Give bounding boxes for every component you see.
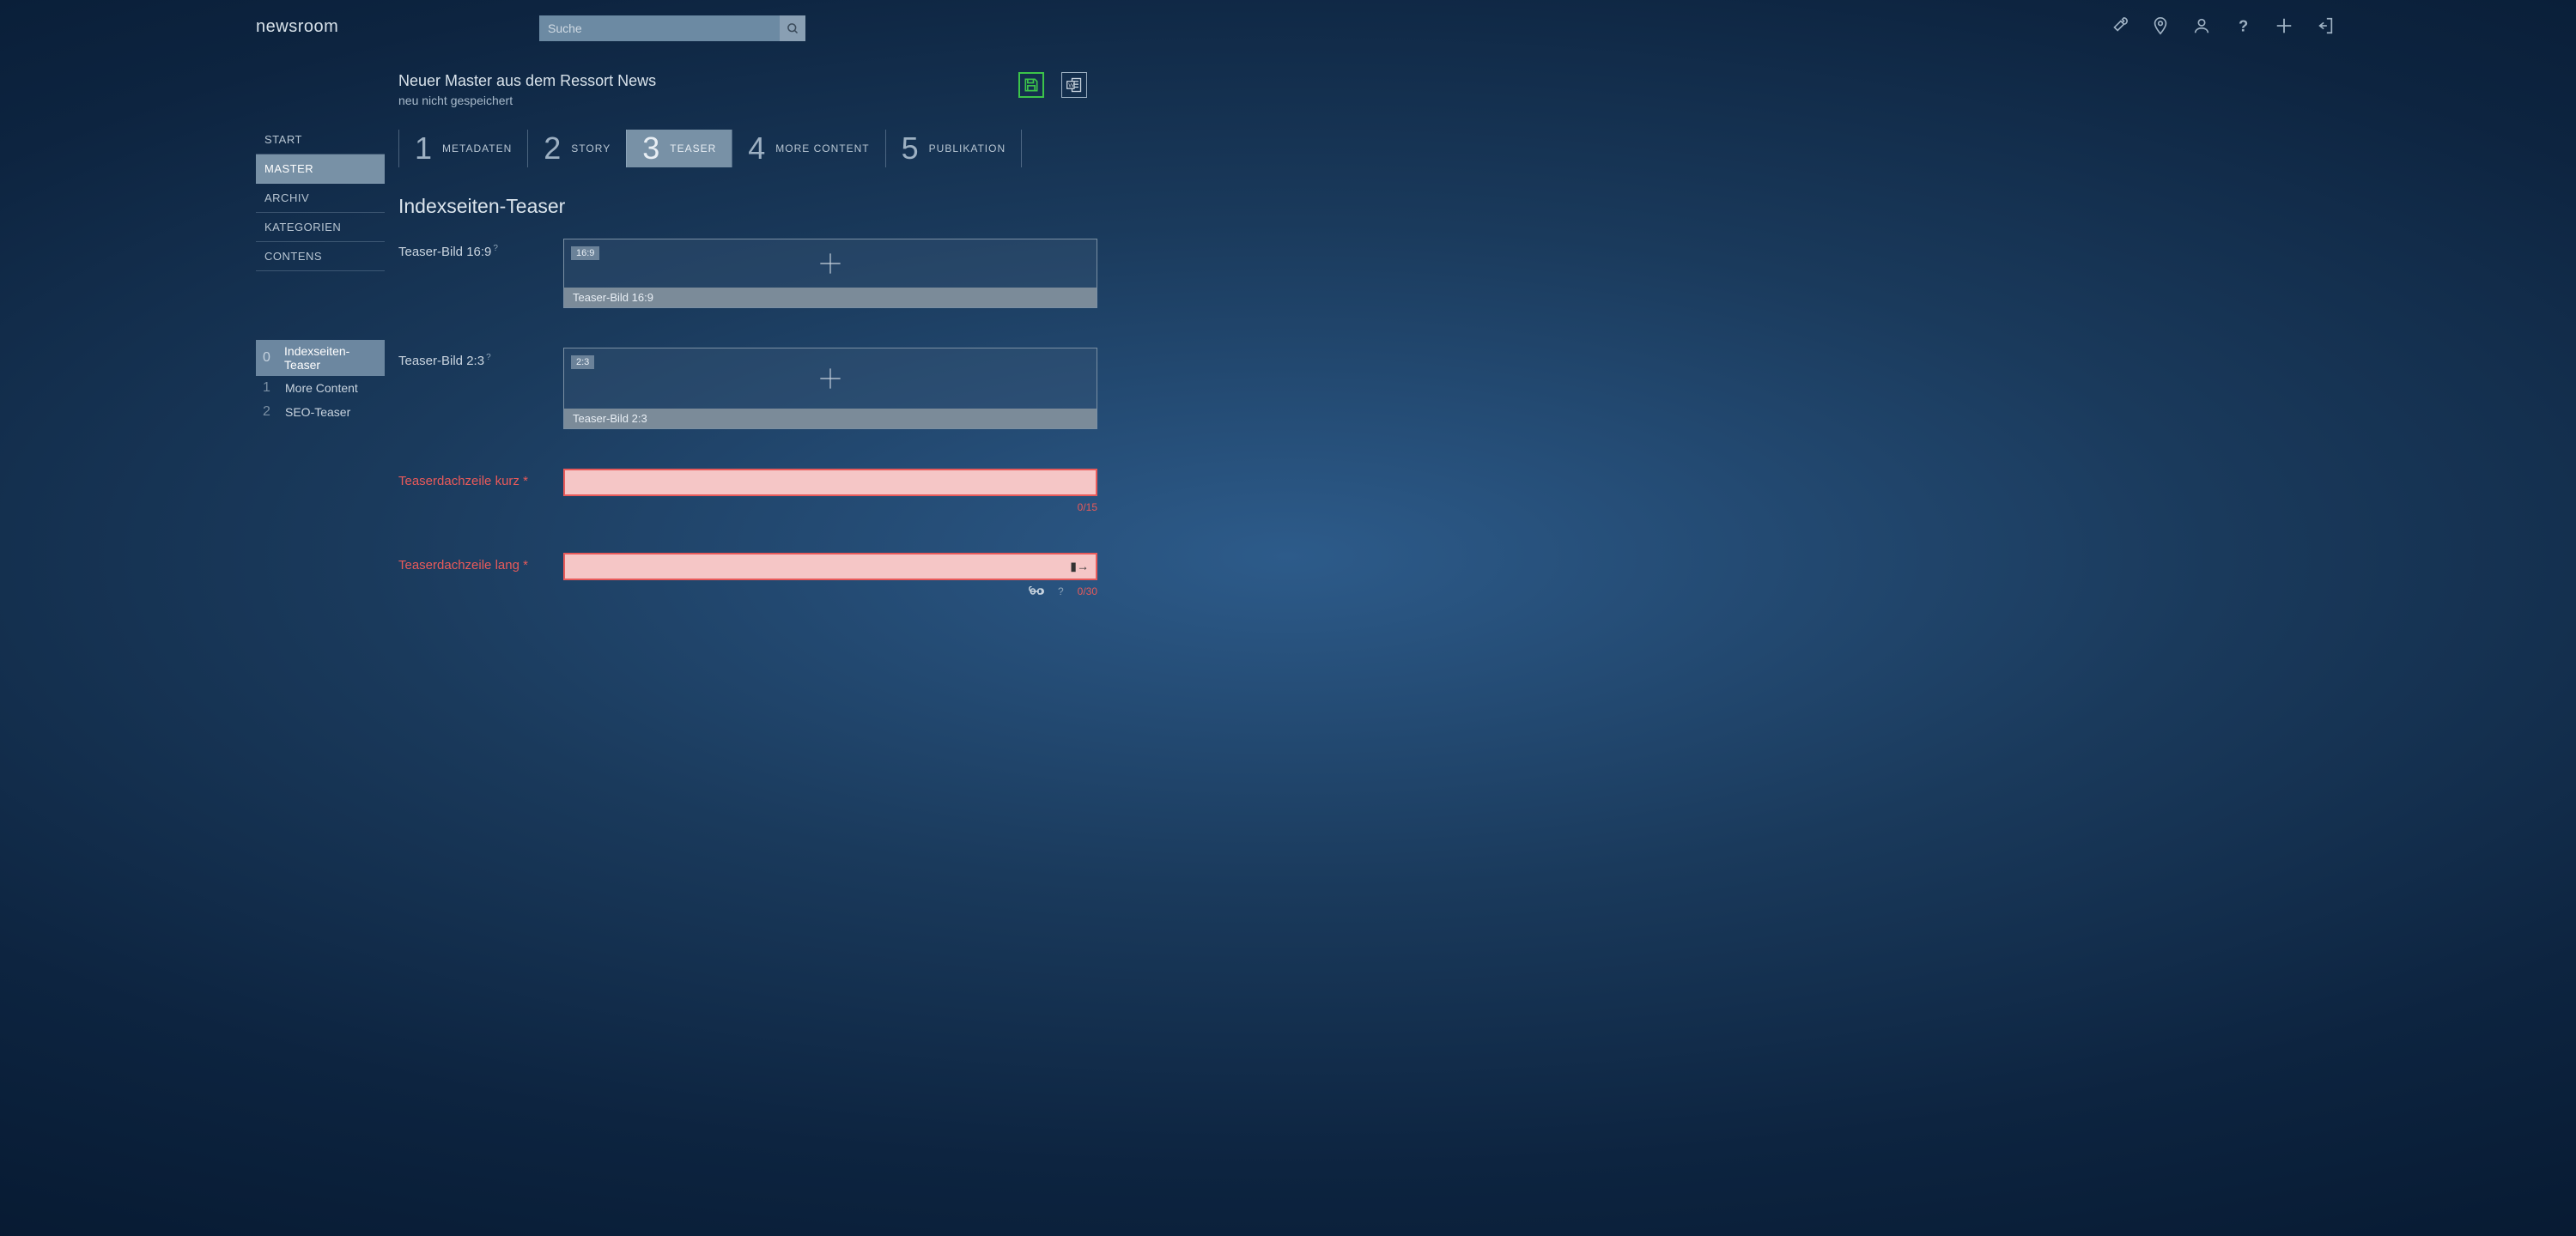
sidenav-item-start[interactable]: START	[256, 125, 385, 154]
expand-arrow-icon[interactable]: ▮→	[1070, 560, 1089, 574]
image-drop-23[interactable]: 2:3 Teaser-Bild 2:3	[563, 348, 1097, 429]
ratio-badge: 2:3	[571, 355, 594, 369]
input-dachzeile-kurz[interactable]	[563, 469, 1097, 496]
add-image-icon	[818, 367, 842, 391]
logout-icon[interactable]	[2315, 15, 2336, 36]
section-heading: Indexseiten-Teaser	[398, 195, 1097, 218]
search-icon	[787, 22, 799, 35]
page-title: Neuer Master aus dem Ressort News	[398, 72, 1097, 90]
search-input[interactable]	[539, 15, 780, 41]
subnav-num: 1	[263, 380, 273, 396]
add-image-icon	[818, 251, 842, 276]
label-teaser-bild-169: Teaser-Bild 16:9?	[398, 239, 563, 259]
step-number: 2	[544, 133, 561, 164]
help-icon[interactable]: ?	[2233, 15, 2253, 36]
sidenav-item-master[interactable]: MASTER	[256, 154, 385, 184]
step-tabs: 1 METADATEN 2 STORY 3 TEASER 4 MORE CONT…	[398, 130, 1097, 167]
sidenav-item-contens[interactable]: CONTENS	[256, 242, 385, 271]
label-dachzeile-kurz: Teaserdachzeile kurz *	[398, 469, 563, 488]
user-icon[interactable]	[2191, 15, 2212, 36]
step-number: 1	[415, 133, 432, 164]
char-counter: 0/30	[1078, 585, 1097, 597]
search-button[interactable]	[780, 15, 805, 41]
step-more-content[interactable]: 4 MORE CONTENT	[732, 130, 884, 167]
page-subtitle: neu nicht gespeichert	[398, 94, 1097, 107]
input-dachzeile-lang[interactable]	[563, 553, 1097, 580]
help-icon[interactable]: ?	[493, 244, 498, 253]
step-label: TEASER	[670, 142, 716, 154]
subnav-label: SEO-Teaser	[285, 405, 350, 419]
label-dachzeile-lang: Teaserdachzeile lang *	[398, 553, 563, 573]
svg-text:?: ?	[2239, 17, 2248, 35]
word-export-button[interactable]: W	[1061, 72, 1087, 98]
subnav-indexseiten-teaser[interactable]: 0 Indexseiten-Teaser	[256, 340, 385, 376]
section-nav: 0 Indexseiten-Teaser 1 More Content 2 SE…	[256, 340, 385, 424]
step-label: METADATEN	[442, 142, 512, 154]
save-button[interactable]	[1018, 72, 1044, 98]
step-label: STORY	[571, 142, 611, 154]
ratio-badge: 16:9	[571, 246, 599, 260]
subnav-seo-teaser[interactable]: 2 SEO-Teaser	[256, 400, 385, 424]
step-teaser[interactable]: 3 TEASER	[626, 130, 732, 167]
help-icon[interactable]: ?	[486, 353, 491, 362]
step-story[interactable]: 2 STORY	[527, 130, 626, 167]
step-publikation[interactable]: 5 PUBLIKATION	[885, 130, 1023, 167]
sidenav-item-archiv[interactable]: ARCHIV	[256, 184, 385, 213]
subnav-label: Indexseiten-Teaser	[284, 344, 378, 372]
help-icon[interactable]: ?	[1058, 585, 1064, 597]
sidenav-item-kategorien[interactable]: KATEGORIEN	[256, 213, 385, 242]
side-nav: START MASTER ARCHIV KATEGORIEN CONTENS	[256, 125, 385, 271]
word-icon: W	[1065, 76, 1084, 94]
subnav-more-content[interactable]: 1 More Content	[256, 376, 385, 400]
pin-icon[interactable]	[2150, 15, 2171, 36]
image-caption: Teaser-Bild 16:9	[564, 288, 1097, 307]
step-number: 5	[902, 133, 919, 164]
step-number: 3	[642, 133, 659, 164]
step-label: MORE CONTENT	[775, 142, 869, 154]
floppy-icon	[1023, 76, 1040, 94]
link-icon[interactable]	[1029, 586, 1044, 597]
image-caption: Teaser-Bild 2:3	[564, 409, 1097, 428]
subnav-label: More Content	[285, 381, 358, 395]
label-teaser-bild-23: Teaser-Bild 2:3?	[398, 348, 563, 368]
step-number: 4	[748, 133, 765, 164]
wrench-icon[interactable]	[2109, 15, 2129, 36]
step-metadaten[interactable]: 1 METADATEN	[398, 130, 527, 167]
subnav-num: 0	[263, 350, 272, 366]
image-drop-169[interactable]: 16:9 Teaser-Bild 16:9	[563, 239, 1097, 308]
svg-text:W: W	[1068, 83, 1074, 89]
step-label: PUBLIKATION	[929, 142, 1005, 154]
app-logo[interactable]: newsroom	[256, 17, 338, 37]
plus-icon[interactable]	[2274, 15, 2294, 36]
char-counter: 0/15	[1078, 501, 1097, 513]
subnav-num: 2	[263, 404, 273, 420]
